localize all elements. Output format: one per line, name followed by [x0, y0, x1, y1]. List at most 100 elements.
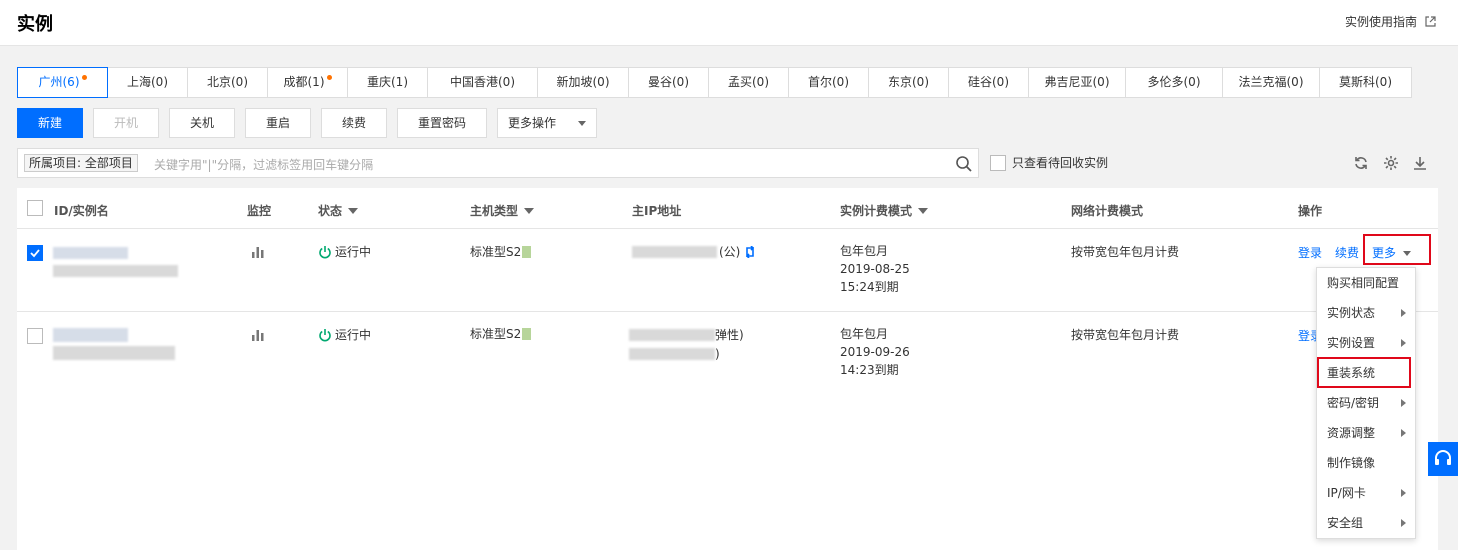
- more-actions-label: 更多操作: [508, 116, 557, 130]
- select-all-checkbox[interactable]: [27, 200, 43, 216]
- region-tabs: 广州(6) 上海(0) 北京(0) 成都(1) 重庆(1) 中国香港(0) 新加坡(0) 曼谷…: [17, 67, 1412, 98]
- header-monitor-label: 监控: [247, 204, 272, 218]
- region-tab[interactable]: 法兰克福(0): [1223, 68, 1320, 97]
- region-tab-label: 新加坡(0): [556, 75, 610, 89]
- header-billing[interactable]: 实例计费模式: [840, 202, 929, 219]
- menu-item-label: IP/网卡: [1327, 486, 1366, 500]
- region-tab[interactable]: 重庆(1): [348, 68, 428, 97]
- region-tab[interactable]: 中国香港(0): [428, 68, 538, 97]
- region-tab[interactable]: 首尔(0): [789, 68, 869, 97]
- ip-type-secondary: ): [715, 347, 720, 361]
- menu-item[interactable]: 购买相同配置: [1317, 268, 1415, 298]
- ip-address: [632, 246, 717, 258]
- billing-date: 2019-08-25: [840, 262, 910, 276]
- region-tab[interactable]: 多伦多(0): [1126, 68, 1223, 97]
- network-billing: 按带宽包年包月计费: [1071, 245, 1180, 259]
- menu-item[interactable]: 安全组: [1317, 508, 1415, 538]
- header-ops: 操作: [1298, 202, 1322, 219]
- region-tab[interactable]: 硅谷(0): [949, 68, 1029, 97]
- region-tab-label: 多伦多(0): [1147, 75, 1201, 89]
- shutdown-button[interactable]: 关机: [169, 108, 235, 138]
- menu-item[interactable]: 资源调整: [1317, 418, 1415, 448]
- region-tab-label: 重庆(1): [367, 75, 408, 89]
- recycle-filter[interactable]: 只查看待回收实例: [990, 154, 1108, 171]
- recycle-checkbox[interactable]: [990, 154, 1006, 171]
- region-tab[interactable]: 广州(6): [17, 67, 108, 98]
- more-highlight: [1363, 234, 1431, 265]
- page-header: 实例 实例使用指南: [0, 0, 1458, 46]
- region-tab-label: 中国香港(0): [450, 75, 515, 89]
- header-network-billing: 网络计费模式: [1071, 202, 1143, 219]
- header-status[interactable]: 状态: [318, 202, 359, 219]
- search-input[interactable]: 关键字用"|"分隔，过滤标签用回车键分隔: [154, 156, 373, 173]
- header-status-label: 状态: [318, 204, 343, 218]
- ip-address: [629, 329, 715, 341]
- host-type: 标准型S2: [470, 325, 532, 343]
- header-network-billing-label: 网络计费模式: [1071, 204, 1144, 218]
- search-icon[interactable]: [955, 155, 973, 173]
- row-checkbox[interactable]: [27, 328, 43, 344]
- region-tab-label: 莫斯科(0): [1339, 75, 1392, 89]
- search-bar[interactable]: 所属项目: 全部项目 关键字用"|"分隔，过滤标签用回车键分隔: [17, 148, 979, 178]
- instance-id[interactable]: [53, 328, 128, 342]
- guide-link[interactable]: 实例使用指南: [1345, 13, 1436, 30]
- bar-chart-icon[interactable]: [251, 328, 265, 342]
- menu-item-label: 密码/密钥: [1327, 396, 1380, 410]
- ip-type: 弹性): [715, 328, 744, 342]
- menu-item[interactable]: 制作镜像: [1317, 448, 1415, 478]
- menu-item-label: 资源调整: [1327, 426, 1376, 440]
- new-instance-button[interactable]: 新建: [17, 108, 83, 138]
- recycle-label: 只查看待回收实例: [1012, 156, 1109, 170]
- renew-link[interactable]: 续费: [1335, 244, 1359, 262]
- refresh-icon[interactable]: [1353, 155, 1369, 171]
- swap-icon[interactable]: [744, 246, 756, 258]
- reset-password-button[interactable]: 重置密码: [397, 108, 487, 138]
- menu-item[interactable]: 密码/密钥: [1317, 388, 1415, 418]
- region-tab[interactable]: 新加坡(0): [538, 68, 629, 97]
- region-tab[interactable]: 成都(1): [268, 68, 348, 97]
- project-filter-tag[interactable]: 所属项目: 全部项目: [24, 154, 138, 172]
- gear-icon[interactable]: [1383, 155, 1399, 171]
- row-checkbox[interactable]: [27, 245, 43, 261]
- header-ip-label: 主IP地址: [632, 204, 682, 218]
- header-host-type[interactable]: 主机类型: [470, 202, 535, 219]
- login-link[interactable]: 登录: [1298, 244, 1322, 262]
- support-button[interactable]: [1428, 442, 1458, 476]
- start-button[interactable]: 开机: [93, 108, 159, 138]
- notification-dot: [326, 75, 332, 80]
- restart-button[interactable]: 重启: [245, 108, 311, 138]
- region-tab-label: 法兰克福(0): [1238, 75, 1304, 89]
- region-tab[interactable]: 孟买(0): [709, 68, 789, 97]
- instance-name: [53, 265, 178, 277]
- header-id: ID/实例名: [54, 202, 109, 219]
- billing-expire: 15:24到期: [840, 280, 899, 294]
- instance-name: [53, 346, 175, 360]
- region-tab-label: 广州(6): [38, 75, 80, 89]
- region-tab[interactable]: 北京(0): [188, 68, 268, 97]
- menu-item[interactable]: IP/网卡: [1317, 478, 1415, 508]
- filter-icon[interactable]: [524, 207, 535, 214]
- region-tab[interactable]: 东京(0): [869, 68, 949, 97]
- status-running: 运行中: [318, 326, 371, 344]
- host-type-blur: [522, 246, 532, 258]
- region-tab[interactable]: 莫斯科(0): [1320, 68, 1411, 97]
- header-ip: 主IP地址: [632, 202, 681, 219]
- region-tab[interactable]: 上海(0): [108, 68, 188, 97]
- headset-icon: [1435, 450, 1451, 465]
- renew-button[interactable]: 续费: [321, 108, 387, 138]
- region-tab[interactable]: 曼谷(0): [629, 68, 709, 97]
- chevron-right-icon: [1401, 339, 1406, 347]
- filter-icon[interactable]: [348, 207, 359, 214]
- divider: [17, 228, 1438, 229]
- chevron-right-icon: [1401, 429, 1406, 437]
- menu-item[interactable]: 实例状态: [1317, 298, 1415, 328]
- menu-item[interactable]: 实例设置: [1317, 328, 1415, 358]
- filter-icon[interactable]: [918, 207, 929, 214]
- more-actions-dropdown[interactable]: 更多操作: [497, 108, 597, 138]
- chevron-right-icon: [1401, 309, 1406, 317]
- download-icon[interactable]: [1412, 155, 1428, 171]
- bar-chart-icon[interactable]: [251, 245, 265, 259]
- region-tab[interactable]: 弗吉尼亚(0): [1029, 68, 1126, 97]
- instance-id[interactable]: [53, 247, 128, 259]
- guide-link-label: 实例使用指南: [1344, 15, 1417, 29]
